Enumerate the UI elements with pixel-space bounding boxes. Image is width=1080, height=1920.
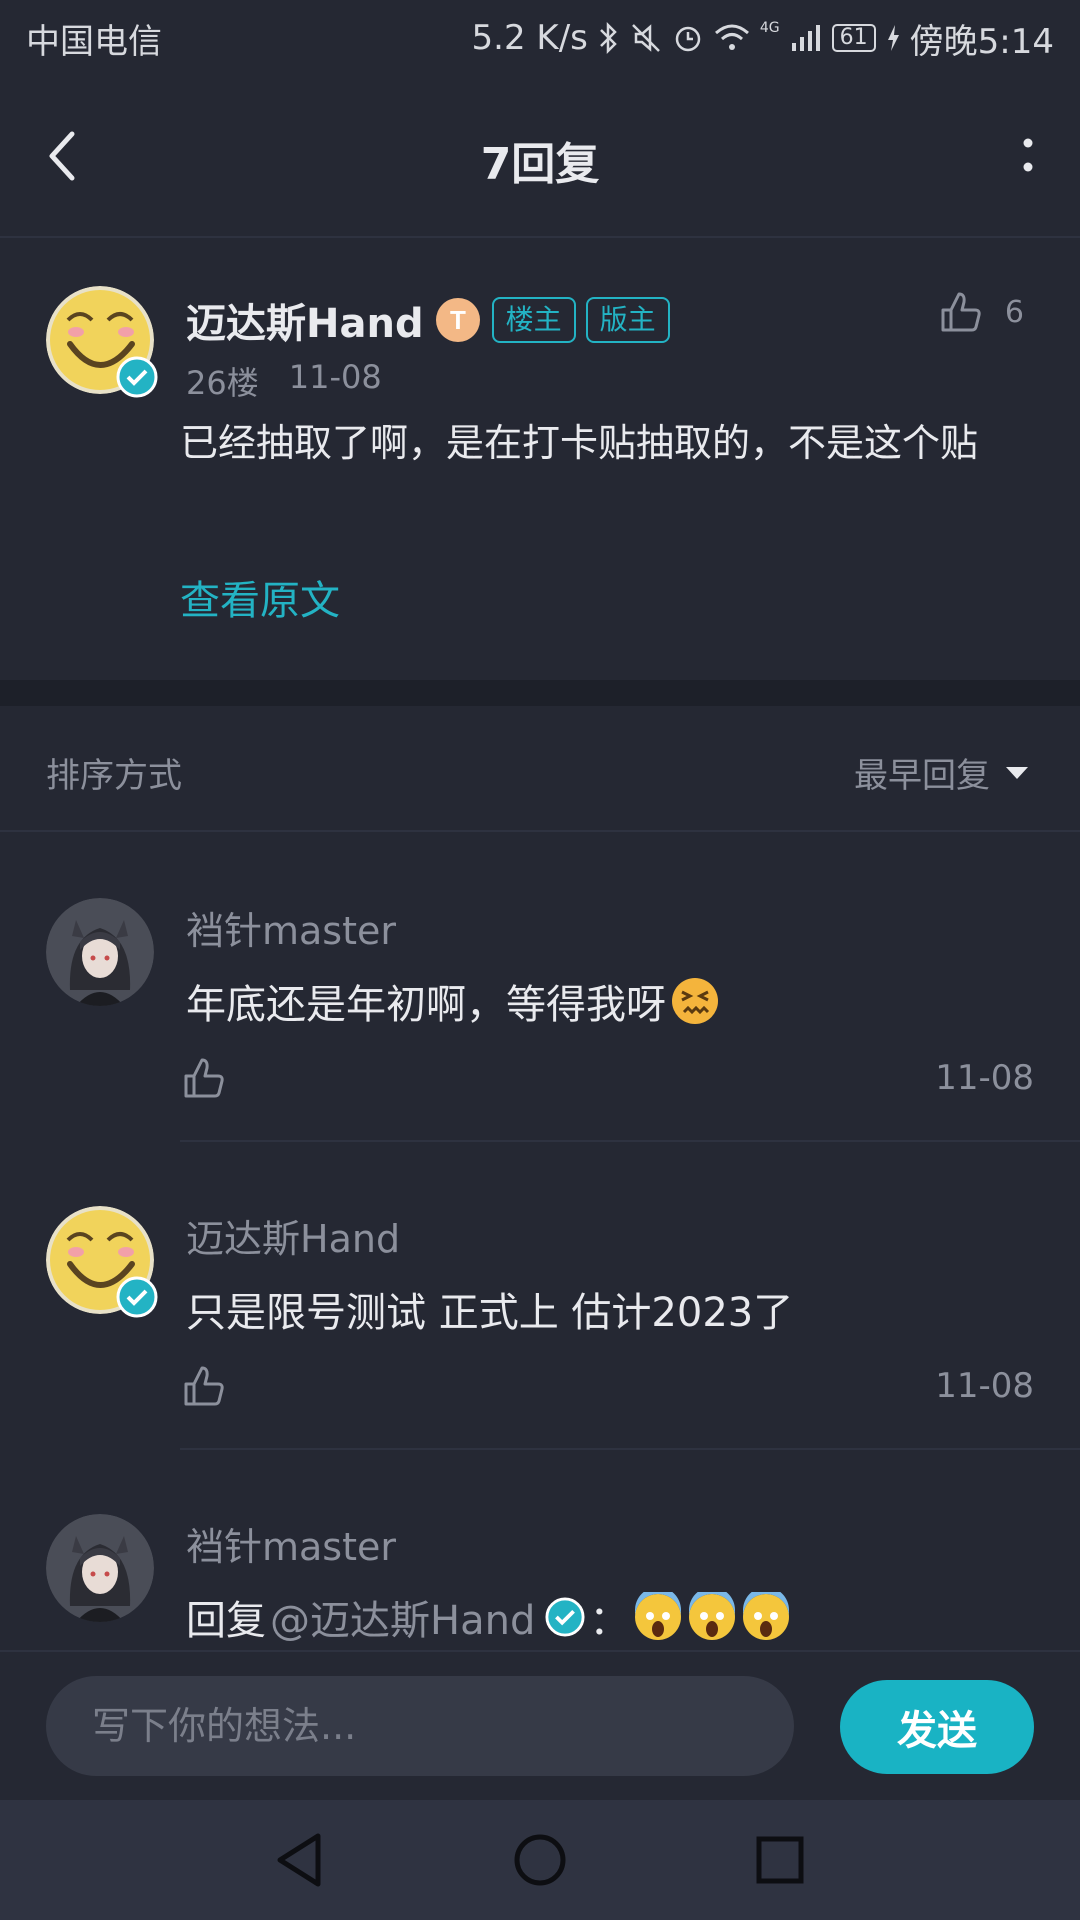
post-like-button[interactable]: 6 (939, 290, 1024, 334)
screaming-face-icon (635, 1592, 682, 1640)
comment-text: 只是限号测试 正式上 估计2023了 (186, 1290, 794, 1336)
dropdown-icon (1006, 766, 1028, 779)
sort-bar: 排序方式 最早回复 (0, 706, 1080, 832)
post-meta: 26楼 11-08 (186, 358, 382, 404)
clock: 傍晚5:14 (909, 21, 1054, 62)
system-nav-bar (0, 1800, 1080, 1920)
sort-selected: 最早回复 (854, 756, 990, 796)
battery-level: 61 (831, 24, 876, 52)
reply-prefix: 回复 (186, 1598, 266, 1644)
verified-icon (545, 1597, 585, 1637)
status-icons: 5.2 K/s 4G 61 傍晚5:14 (472, 14, 1054, 63)
floor-number: 26楼 (186, 364, 259, 402)
level-badge-icon: T (435, 298, 480, 342)
network-type: 4G (759, 19, 780, 36)
section-divider (0, 680, 1080, 706)
network-speed: 5.2 K/s (471, 18, 588, 58)
comment-date: 11-08 (935, 1366, 1034, 1406)
post-content: 已经抽取了啊，是在打卡贴抽取的，不是这个贴 (180, 421, 979, 465)
tag-owner: 楼主 (491, 297, 576, 343)
nav-home-icon[interactable] (510, 1830, 570, 1890)
comment-text: 回复 @迈达斯Hand ： (186, 1588, 791, 1646)
nav-back-icon[interactable] (270, 1830, 330, 1890)
comment-item: 裆针master 年底还是年初啊，等得我呀 11-08 (0, 834, 1080, 1142)
tag-moderator: 版主 (585, 297, 670, 343)
sort-label: 排序方式 (46, 756, 182, 796)
screaming-face-icon (743, 1592, 790, 1640)
author-name[interactable]: 迈达斯Hand (186, 291, 424, 349)
comment-item: 迈达斯Hand 只是限号测试 正式上 估计2023了 11-08 (0, 1142, 1080, 1450)
page-title: 7回复 (480, 139, 600, 190)
comment-author[interactable]: 迈达斯Hand (186, 1208, 400, 1263)
thumbs-up-icon[interactable] (182, 1364, 226, 1408)
nav-recents-icon[interactable] (750, 1830, 810, 1890)
wifi-icon (714, 24, 749, 50)
view-original-link[interactable]: 查看原文 (180, 568, 340, 626)
post-date: 11-08 (288, 358, 382, 396)
status-bar: 中国电信 5.2 K/s 4G 61 傍晚5:14 (0, 0, 1080, 76)
comment-text: 年底还是年初啊，等得我呀 (186, 972, 720, 1030)
bluetooth-icon (599, 21, 617, 55)
comment-item: 裆针master 回复 @迈达斯Hand ： (0, 1450, 1080, 1650)
author-row: 迈达斯Hand T 楼主 版主 (186, 292, 670, 348)
thumbs-up-icon[interactable] (182, 1056, 226, 1100)
comment-author[interactable]: 裆针master (186, 900, 396, 955)
top-bar: 7回复 (0, 76, 1080, 238)
more-icon[interactable] (1016, 131, 1040, 181)
thumbs-up-icon (941, 292, 981, 332)
mute-icon (631, 24, 660, 52)
sort-dropdown[interactable]: 最早回复 (854, 748, 1030, 797)
send-button[interactable]: 发送 (840, 1680, 1034, 1774)
signal-icon (791, 25, 820, 51)
app-screen: 中国电信 5.2 K/s 4G 61 傍晚5:14 7回复 迈达斯Hand T … (0, 0, 1080, 1920)
comment-date: 11-08 (935, 1058, 1034, 1098)
verified-icon (116, 356, 158, 398)
confounded-face-icon (672, 978, 718, 1024)
carrier-label: 中国电信 (26, 21, 162, 62)
charging-icon (887, 25, 899, 51)
level-badge-letter: T (450, 305, 466, 335)
alarm-icon (675, 26, 701, 52)
main-post: 迈达斯Hand T 楼主 版主 6 26楼 11-08 已经抽取了啊，是在打卡贴… (0, 240, 1080, 680)
like-count: 6 (1004, 294, 1024, 330)
reply-input[interactable] (46, 1676, 794, 1776)
avatar[interactable] (46, 1206, 158, 1318)
anime-avatar-icon (46, 898, 154, 1006)
reply-colon: ： (589, 1598, 630, 1644)
comment-text-body: 年底还是年初啊，等得我呀 (186, 982, 666, 1028)
comment-author[interactable]: 裆针master (186, 1516, 396, 1571)
mention-link[interactable]: @迈达斯Hand (270, 1588, 535, 1646)
avatar[interactable] (46, 286, 158, 398)
verified-icon (116, 1276, 158, 1318)
avatar[interactable] (46, 1514, 154, 1622)
reply-bar: 发送 (0, 1650, 1080, 1800)
screaming-face-icon (689, 1592, 736, 1640)
avatar[interactable] (46, 898, 154, 1006)
anime-avatar-icon (46, 1514, 154, 1622)
